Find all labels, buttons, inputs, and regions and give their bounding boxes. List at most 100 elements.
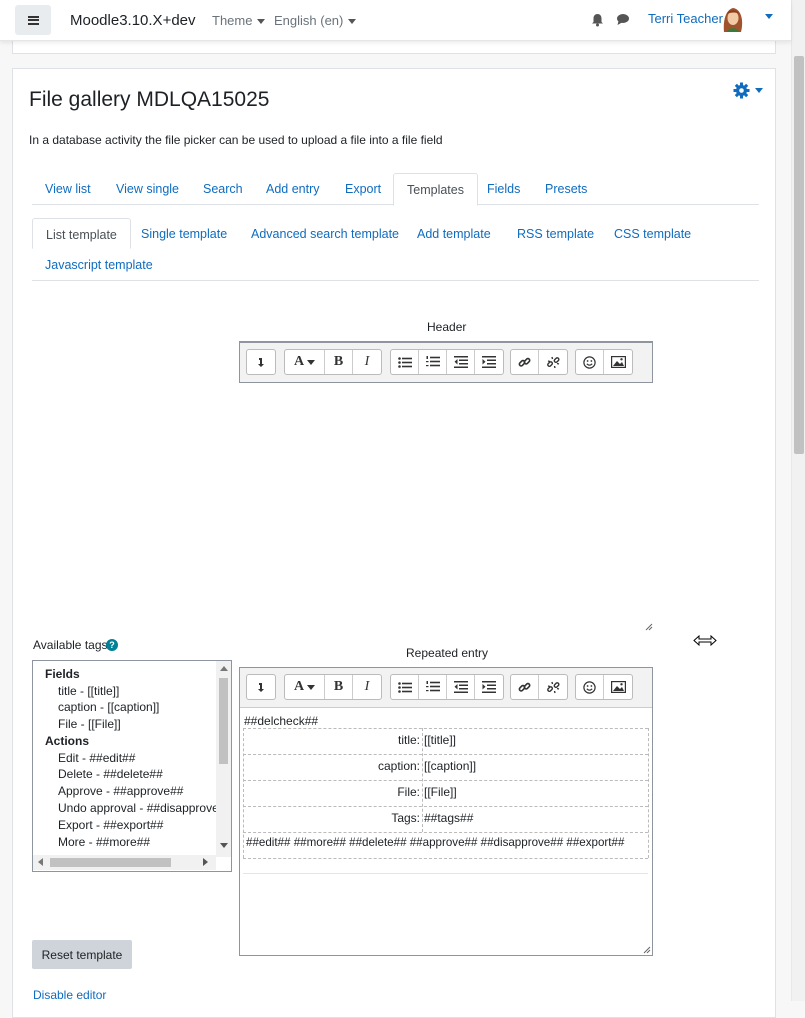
tab-css-template[interactable]: CSS template (601, 218, 704, 249)
tags-horizontal-scroll-thumb[interactable] (50, 858, 171, 867)
actions-line: ##edit## ##more## ##delete## ##approve##… (246, 836, 625, 849)
field-value: [[File]] (424, 785, 457, 799)
field-label: Tags: (391, 811, 420, 825)
unordered-list-icon[interactable] (391, 675, 419, 699)
tab-view-single[interactable]: View single (103, 173, 192, 205)
emoji-icon[interactable] (576, 350, 604, 374)
outdent-icon[interactable] (447, 675, 475, 699)
tag-item[interactable]: Delete - ##delete## (58, 767, 163, 781)
tag-item[interactable]: title - [[title]] (58, 684, 119, 698)
tags-vertical-scroll-thumb[interactable] (219, 678, 228, 764)
tag-item[interactable]: File - [[File]] (58, 717, 121, 731)
tag-item[interactable]: caption - [[caption]] (58, 700, 159, 714)
language-dropdown[interactable]: English (en) (274, 13, 357, 28)
available-tags-list[interactable]: Fields title - [[title]] caption - [[cap… (32, 660, 232, 872)
primary-tabs: View list View single Search Add entry E… (32, 173, 759, 206)
image-icon[interactable] (604, 675, 632, 699)
tab-search[interactable]: Search (190, 173, 256, 205)
bell-icon[interactable] (591, 13, 604, 27)
tag-item[interactable]: More - ##more## (58, 835, 150, 849)
tag-group-actions: Actions (45, 734, 90, 748)
tab-javascript-template[interactable]: Javascript template (32, 249, 166, 280)
scroll-left-arrow-icon[interactable] (38, 858, 43, 866)
emoji-icon[interactable] (576, 675, 604, 699)
link-icon[interactable] (511, 350, 539, 374)
user-name[interactable]: Terri Teacher (648, 11, 723, 26)
tab-fields[interactable]: Fields (474, 173, 533, 205)
field-label: title: (397, 733, 420, 747)
field-label: caption: (377, 759, 420, 773)
tab-view-list[interactable]: View list (32, 173, 104, 205)
settings-menu[interactable] (733, 82, 763, 99)
disable-editor-link[interactable]: Disable editor (33, 988, 106, 1002)
unordered-list-icon[interactable] (391, 350, 419, 374)
theme-dropdown[interactable]: Theme (212, 13, 266, 28)
bold-icon[interactable]: B (325, 675, 353, 699)
image-icon[interactable] (604, 350, 632, 374)
caret-down-icon (348, 19, 357, 25)
page-title: File gallery MDLQA15025 (29, 88, 270, 111)
reset-template-button[interactable]: Reset template (32, 940, 132, 969)
scroll-right-arrow-icon[interactable] (203, 858, 208, 866)
italic-icon[interactable]: I (353, 675, 381, 699)
header-editor-body[interactable] (239, 383, 653, 631)
tags-vertical-scrollbar[interactable] (216, 661, 231, 857)
caret-down-icon (755, 88, 763, 93)
header-editor-toolbar: A B I (239, 342, 653, 383)
avatar[interactable] (718, 4, 748, 34)
language-dropdown-label: English (en) (274, 13, 344, 28)
resize-handle-icon[interactable] (642, 945, 651, 954)
field-value: ##tags## (424, 811, 474, 825)
page-scrollbar-thumb[interactable] (794, 56, 804, 454)
tab-add-entry[interactable]: Add entry (253, 173, 333, 205)
menu-button[interactable] (15, 5, 51, 35)
italic-icon[interactable]: I (353, 350, 381, 374)
header-editor[interactable]: A B I (239, 341, 653, 631)
user-menu-caret-icon[interactable] (765, 14, 773, 19)
theme-dropdown-label: Theme (212, 13, 253, 28)
site-brand[interactable]: Moodle3.10.X+dev (70, 12, 196, 29)
tags-horizontal-scrollbar[interactable] (33, 855, 216, 870)
header-label: Header (427, 320, 467, 334)
bold-icon[interactable]: B (325, 350, 353, 374)
field-label: File: (397, 785, 420, 799)
resize-handle-icon[interactable] (644, 622, 653, 631)
delcheck-tag: ##delcheck## (244, 714, 319, 728)
return-icon[interactable] (247, 675, 275, 699)
tag-item[interactable]: Export - ##export## (58, 818, 163, 832)
tab-advanced-search-template[interactable]: Advanced search template (238, 218, 412, 249)
tag-item[interactable]: Approve - ##approve## (58, 784, 183, 798)
tab-templates[interactable]: Templates (393, 173, 478, 206)
font-color-icon[interactable]: A (285, 675, 325, 699)
page-scrollbar[interactable] (791, 0, 805, 1001)
font-color-icon[interactable]: A (285, 350, 325, 374)
caret-down-icon (257, 19, 266, 25)
repeated-entry-editor[interactable]: A B I ##delcheck## title: [[title]] capt… (239, 667, 653, 956)
repeated-entry-label: Repeated entry (406, 646, 489, 660)
tab-list-template[interactable]: List template (32, 218, 131, 249)
field-value: [[title]] (424, 733, 457, 747)
navbar: Moodle3.10.X+dev Theme English (en) Terr… (0, 0, 791, 41)
chat-icon[interactable] (616, 13, 630, 26)
link-icon[interactable] (511, 675, 539, 699)
return-icon[interactable] (247, 350, 275, 374)
repeated-editor-body[interactable]: ##delcheck## title: [[title]] caption: [… (240, 708, 652, 955)
tab-single-template[interactable]: Single template (128, 218, 240, 249)
tag-item[interactable]: Edit - ##edit## (58, 751, 135, 765)
indent-icon[interactable] (475, 675, 503, 699)
outdent-icon[interactable] (447, 350, 475, 374)
ordered-list-icon[interactable] (419, 675, 447, 699)
tab-add-template[interactable]: Add template (404, 218, 504, 249)
tab-rss-template[interactable]: RSS template (504, 218, 607, 249)
indent-icon[interactable] (475, 350, 503, 374)
tab-presets[interactable]: Presets (532, 173, 600, 205)
scroll-down-arrow-icon[interactable] (220, 843, 228, 848)
gear-icon (733, 82, 750, 99)
tab-export[interactable]: Export (332, 173, 394, 205)
tag-item[interactable]: Undo approval - ##disapprove## (58, 801, 231, 815)
unlink-icon[interactable] (539, 675, 567, 699)
ordered-list-icon[interactable] (419, 350, 447, 374)
scroll-up-arrow-icon[interactable] (220, 666, 228, 671)
unlink-icon[interactable] (539, 350, 567, 374)
help-icon[interactable]: ? (106, 639, 118, 651)
